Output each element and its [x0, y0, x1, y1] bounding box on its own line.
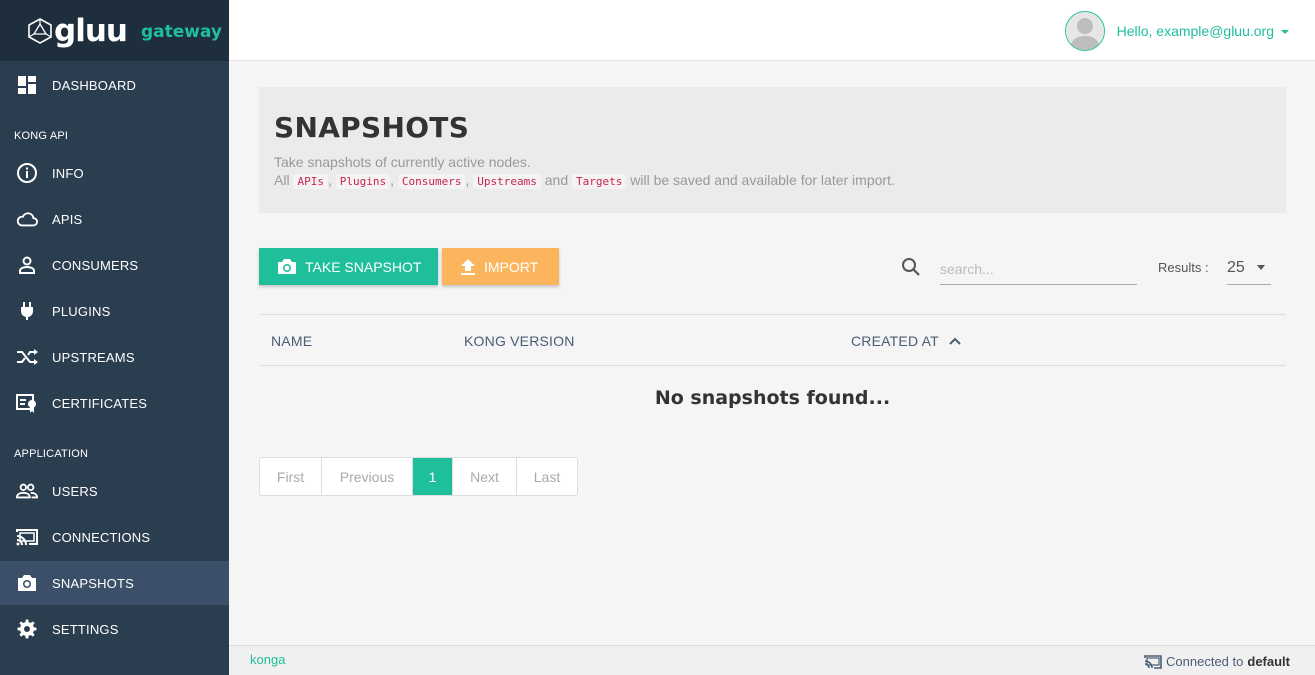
page-previous[interactable]: Previous	[322, 458, 413, 495]
chevron-down-icon	[1281, 30, 1289, 34]
sidebar-item-label: APIS	[52, 211, 83, 227]
gluu-logo-icon	[27, 17, 53, 44]
upload-icon	[460, 258, 476, 276]
column-kong-version[interactable]: KONG VERSION	[464, 333, 575, 349]
empty-state: No snapshots found...	[654, 387, 891, 409]
gear-icon	[16, 618, 38, 640]
section-application: APPLICATION	[14, 448, 89, 460]
footer-konga-link[interactable]: konga	[250, 652, 285, 667]
cast-icon	[16, 526, 38, 548]
results-label: Results :	[1158, 260, 1209, 275]
tag-consumers: Consumers	[397, 174, 466, 189]
sidebar-item-info[interactable]: INFO	[0, 151, 229, 195]
description-line-1: Take snapshots of currently active nodes…	[274, 154, 531, 170]
footer: konga Connected to default	[229, 645, 1315, 675]
cast-icon	[1144, 654, 1162, 669]
page-description: Take snapshots of currently active nodes…	[274, 153, 1271, 191]
certificate-icon	[16, 392, 38, 414]
description-line-2: All APIs, Plugins, Consumers, Upstreams …	[274, 172, 895, 189]
connection-status: Connected to default	[1144, 654, 1290, 669]
search-icon[interactable]	[901, 257, 921, 282]
table-header: NAME KONG VERSION CREATED AT	[259, 314, 1286, 366]
sidebar-item-apis[interactable]: APIS	[0, 197, 229, 241]
sidebar-item-label: CONSUMERS	[52, 257, 139, 273]
sidebar-item-label: CERTIFICATES	[52, 395, 148, 411]
page-last[interactable]: Last	[517, 458, 577, 495]
sidebar-item-dashboard[interactable]: DASHBOARD	[0, 63, 229, 107]
results-per-page-select[interactable]: 25	[1227, 252, 1271, 285]
camera-icon	[277, 258, 297, 275]
tag-apis: APIs	[293, 174, 328, 189]
take-snapshot-button[interactable]: TAKE SNAPSHOT	[259, 248, 438, 285]
user-greeting: Hello, example@gluu.org	[1116, 23, 1274, 39]
column-name[interactable]: NAME	[271, 333, 312, 349]
section-kong-api: KONG API	[14, 130, 69, 142]
take-snapshot-label: TAKE SNAPSHOT	[305, 258, 422, 275]
page-title: SNAPSHOTS	[274, 111, 470, 144]
tag-upstreams: Upstreams	[473, 174, 541, 189]
tag-plugins: Plugins	[335, 174, 391, 189]
import-button[interactable]: IMPORT	[442, 248, 559, 285]
sidebar-item-upstreams[interactable]: UPSTREAMS	[0, 335, 229, 379]
sidebar-item-label: INFO	[52, 165, 84, 181]
top-bar: Hello, example@gluu.org	[229, 0, 1315, 61]
sidebar-item-label: CONNECTIONS	[52, 529, 151, 545]
sort-ascending-icon	[948, 337, 961, 345]
search-input[interactable]	[940, 254, 1137, 285]
pagination: First Previous 1 Next Last	[259, 457, 578, 496]
sidebar: gluu gateway DASHBOARD KONG API INFO API…	[0, 0, 229, 675]
results-value: 25	[1227, 259, 1245, 276]
sidebar-item-label: UPSTREAMS	[52, 349, 135, 365]
sidebar-item-consumers[interactable]: CONSUMERS	[0, 243, 229, 287]
person-icon	[16, 254, 38, 276]
dashboard-icon	[16, 74, 38, 96]
column-created-at[interactable]: CREATED AT	[851, 333, 961, 349]
info-icon	[16, 162, 38, 184]
camera-icon	[16, 572, 38, 594]
sidebar-item-certificates[interactable]: CERTIFICATES	[0, 381, 229, 425]
sidebar-item-label: PLUGINS	[52, 303, 111, 319]
sidebar-item-snapshots[interactable]: SNAPSHOTS	[0, 561, 229, 605]
sidebar-item-label: SETTINGS	[52, 621, 119, 637]
plug-icon	[16, 300, 38, 322]
user-menu[interactable]: Hello, example@gluu.org	[1064, 11, 1289, 51]
chevron-down-icon	[1257, 265, 1265, 270]
tag-targets: Targets	[572, 174, 627, 189]
import-label: IMPORT	[484, 258, 539, 275]
page-first[interactable]: First	[260, 458, 322, 495]
brand[interactable]: gluu gateway	[0, 0, 229, 61]
sidebar-item-connections[interactable]: CONNECTIONS	[0, 515, 229, 559]
shuffle-icon	[16, 346, 38, 368]
sidebar-item-label: SNAPSHOTS	[52, 575, 134, 591]
page-header: SNAPSHOTS Take snapshots of currently ac…	[259, 87, 1286, 213]
sidebar-item-settings[interactable]: SETTINGS	[0, 607, 229, 651]
users-icon	[16, 480, 38, 502]
avatar	[1064, 11, 1105, 51]
sidebar-item-label: USERS	[52, 483, 98, 499]
sidebar-item-plugins[interactable]: PLUGINS	[0, 289, 229, 333]
page-current[interactable]: 1	[413, 458, 453, 495]
brand-name: gluu	[54, 12, 128, 49]
connection-name: default	[1247, 654, 1290, 669]
cloud-icon	[16, 208, 38, 230]
sidebar-item-users[interactable]: USERS	[0, 469, 229, 513]
brand-sub: gateway	[140, 21, 223, 42]
sidebar-item-label: DASHBOARD	[52, 77, 137, 93]
page-next[interactable]: Next	[453, 458, 517, 495]
